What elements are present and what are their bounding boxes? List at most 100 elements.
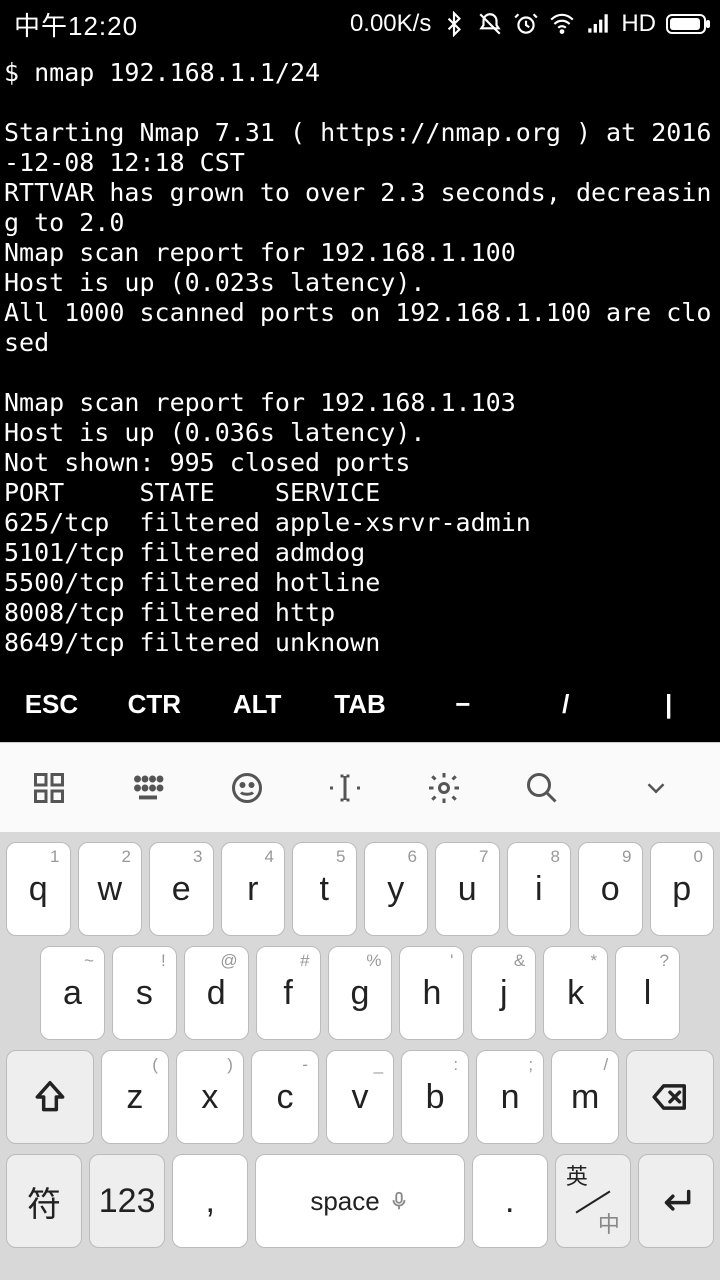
ime-toolbar <box>0 742 720 832</box>
key-l[interactable]: ?l <box>615 946 680 1040</box>
key-symbols[interactable]: 符 <box>6 1154 82 1248</box>
key-g[interactable]: %g <box>328 946 393 1040</box>
key-sup: 5 <box>336 847 345 867</box>
key-sup: 4 <box>265 847 274 867</box>
key-main: q <box>29 870 48 909</box>
key-t[interactable]: 5t <box>292 842 357 936</box>
key-ctrl[interactable]: CTR <box>103 689 206 720</box>
mic-icon <box>388 1190 410 1212</box>
key-esc[interactable]: ESC <box>0 689 103 720</box>
key-main: w <box>97 870 122 909</box>
key-sup: ( <box>152 1055 158 1075</box>
key-n[interactable]: ;n <box>476 1050 544 1144</box>
status-indicators: 0.00K/s HD <box>350 10 706 38</box>
key-k[interactable]: *k <box>543 946 608 1040</box>
key-y[interactable]: 6y <box>364 842 429 936</box>
extra-keys-row: ESC CTR ALT TAB − / | <box>0 666 720 742</box>
ime-apps-icon[interactable] <box>0 770 99 806</box>
key-main: z <box>126 1078 143 1117</box>
key-i[interactable]: 8i <box>507 842 572 936</box>
key-sup: / <box>603 1055 608 1075</box>
ime-collapse-icon[interactable] <box>592 773 720 803</box>
key-shift[interactable] <box>6 1050 94 1144</box>
alarm-icon <box>513 11 539 37</box>
status-bar: 中午12:20 0.00K/s HD <box>0 0 720 48</box>
key-pipe[interactable]: | <box>617 689 720 720</box>
key-main: c <box>276 1078 293 1117</box>
key-space-label: space <box>310 1186 379 1217</box>
lang-bot: 中 <box>598 1215 620 1235</box>
key-main: o <box>601 870 620 909</box>
key-u[interactable]: 7u <box>435 842 500 936</box>
key-m[interactable]: /m <box>551 1050 619 1144</box>
key-p[interactable]: 0p <box>650 842 715 936</box>
key-sup: 0 <box>694 847 703 867</box>
key-sup: ! <box>161 951 166 971</box>
key-b[interactable]: :b <box>401 1050 469 1144</box>
ime-cursor-icon[interactable] <box>296 770 395 806</box>
key-sup: ~ <box>84 951 94 971</box>
lang-top: 英 <box>566 1167 588 1187</box>
key-v[interactable]: _v <box>326 1050 394 1144</box>
ime-keyboard-icon[interactable] <box>99 770 198 806</box>
key-main: d <box>207 974 226 1013</box>
key-h[interactable]: 'h <box>399 946 464 1040</box>
key-c[interactable]: -c <box>251 1050 319 1144</box>
key-slash[interactable]: / <box>514 689 617 720</box>
signal-icon <box>585 11 611 37</box>
key-sup: - <box>302 1055 308 1075</box>
key-z[interactable]: (z <box>101 1050 169 1144</box>
key-sup: & <box>514 951 525 971</box>
wifi-icon <box>549 11 575 37</box>
key-backspace[interactable] <box>626 1050 714 1144</box>
key-numbers[interactable]: 123 <box>89 1154 165 1248</box>
key-language[interactable]: 英 中 <box>555 1154 631 1248</box>
dnd-icon <box>477 11 503 37</box>
key-e[interactable]: 3e <box>149 842 214 936</box>
key-row-3: (z)x-c_v:b;n/m <box>6 1050 714 1144</box>
key-sup: : <box>453 1055 458 1075</box>
key-s[interactable]: !s <box>112 946 177 1040</box>
key-main: f <box>283 974 292 1013</box>
key-sup: ) <box>227 1055 233 1075</box>
key-main: m <box>571 1078 599 1117</box>
battery-icon <box>666 14 706 34</box>
key-main: g <box>351 974 370 1013</box>
terminal-output[interactable]: $ nmap 192.168.1.1/24 Starting Nmap 7.31… <box>0 48 720 666</box>
key-sup: 7 <box>479 847 488 867</box>
key-main: u <box>458 870 477 909</box>
key-period[interactable]: . <box>472 1154 548 1248</box>
key-sup: 3 <box>193 847 202 867</box>
key-main: n <box>501 1078 520 1117</box>
key-j[interactable]: &j <box>471 946 536 1040</box>
key-main: i <box>535 870 543 909</box>
key-o[interactable]: 9o <box>578 842 643 936</box>
key-space[interactable]: space <box>255 1154 464 1248</box>
key-d[interactable]: @d <box>184 946 249 1040</box>
key-w[interactable]: 2w <box>78 842 143 936</box>
key-x[interactable]: )x <box>176 1050 244 1144</box>
key-sup: 2 <box>122 847 131 867</box>
ime-search-icon[interactable] <box>493 770 592 806</box>
key-sup: ; <box>528 1055 533 1075</box>
key-main: k <box>567 974 584 1013</box>
key-f[interactable]: #f <box>256 946 321 1040</box>
key-sup: # <box>300 951 309 971</box>
key-main: y <box>387 870 404 909</box>
key-sup: 9 <box>622 847 631 867</box>
key-main: j <box>500 974 508 1013</box>
key-minus[interactable]: − <box>411 689 514 720</box>
key-a[interactable]: ~a <box>40 946 105 1040</box>
key-tab[interactable]: TAB <box>309 689 412 720</box>
key-comma[interactable]: , <box>172 1154 248 1248</box>
key-main: v <box>352 1078 369 1117</box>
ime-settings-icon[interactable] <box>395 770 494 806</box>
netspeed-label: 0.00K/s <box>350 10 431 38</box>
hd-label: HD <box>621 10 656 38</box>
ime-emoji-icon[interactable] <box>197 770 296 806</box>
key-main: b <box>426 1078 445 1117</box>
key-enter[interactable] <box>638 1154 714 1248</box>
key-alt[interactable]: ALT <box>206 689 309 720</box>
key-q[interactable]: 1q <box>6 842 71 936</box>
key-r[interactable]: 4r <box>221 842 286 936</box>
